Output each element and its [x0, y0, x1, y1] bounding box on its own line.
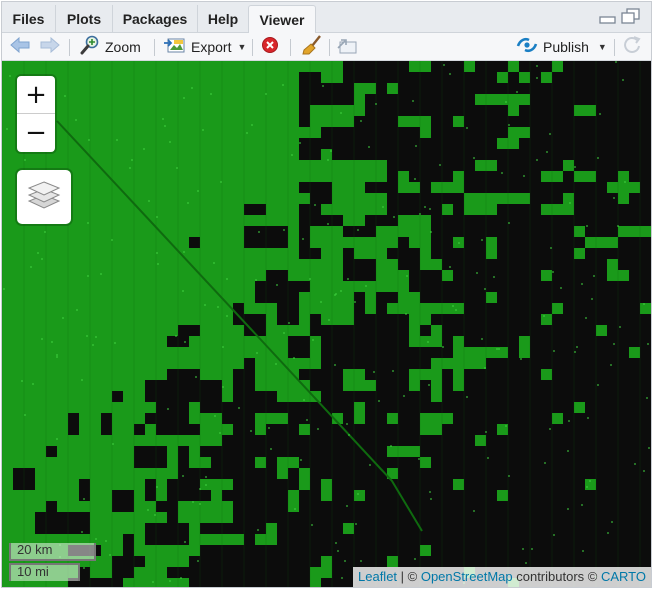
chevron-down-icon: ▼: [597, 42, 607, 52]
clear-viewer-button[interactable]: [261, 36, 279, 59]
osm-link[interactable]: OpenStreetMap: [421, 569, 513, 584]
leaflet-link[interactable]: Leaflet: [358, 569, 397, 584]
viewer-toolbar: Zoom Export ▼ Publish ▼: [2, 33, 651, 61]
refresh-icon: [622, 35, 642, 60]
publish-button[interactable]: Publish ▼: [516, 37, 607, 57]
tab-bar: Files Plots Packages Help Viewer: [2, 2, 651, 34]
layers-icon: [27, 179, 61, 216]
arrow-left-icon: [10, 36, 30, 58]
arrow-right-icon: [40, 36, 60, 58]
attribution-contributors: contributors ©: [512, 569, 601, 584]
chevron-down-icon: ▼: [237, 42, 247, 52]
tab-plots[interactable]: Plots: [56, 5, 113, 33]
tab-files[interactable]: Files: [2, 5, 56, 33]
zoom-control: + −: [17, 76, 55, 152]
map-attribution: Leaflet | © OpenStreetMap contributors ©…: [353, 567, 651, 587]
export-label: Export: [191, 39, 232, 55]
leaflet-map[interactable]: + − 20 km 10 mi Leaflet | © OpenStreetMa…: [2, 61, 651, 587]
zoom-button[interactable]: Zoom: [80, 35, 141, 60]
tab-packages[interactable]: Packages: [113, 5, 198, 33]
zoom-in-button[interactable]: +: [17, 76, 55, 114]
close-circle-icon: [261, 36, 279, 59]
export-image-icon: [164, 36, 186, 59]
viewer-pane: Files Plots Packages Help Viewer Zoom Ex…: [1, 1, 652, 588]
show-in-window-button[interactable]: [336, 37, 358, 57]
attribution-separator: | ©: [397, 569, 421, 584]
publish-icon: [516, 37, 538, 58]
popout-window-icon: [336, 36, 358, 59]
maximize-icon[interactable]: [621, 8, 641, 31]
refresh-button[interactable]: [622, 35, 642, 60]
layers-control-button[interactable]: [17, 170, 71, 224]
toolbar-divider: [614, 39, 615, 56]
magnifier-zoom-icon: [80, 35, 100, 60]
toolbar-divider: [154, 39, 155, 56]
ndvi-raster-layer: [2, 61, 651, 587]
forward-button[interactable]: [40, 36, 60, 58]
scale-bar-mi: 10 mi: [9, 563, 80, 581]
toolbar-divider: [290, 39, 291, 56]
toolbar-divider: [69, 39, 70, 56]
toolbar-divider: [252, 39, 253, 56]
carto-link[interactable]: CARTO: [601, 569, 646, 584]
tab-viewer[interactable]: Viewer: [248, 5, 316, 34]
publish-label: Publish: [543, 39, 589, 55]
tab-help[interactable]: Help: [198, 5, 248, 33]
zoom-out-button[interactable]: −: [17, 114, 55, 152]
minimize-icon[interactable]: [599, 11, 617, 30]
scale-bar-km: 20 km: [9, 543, 96, 561]
zoom-label: Zoom: [105, 39, 141, 55]
back-button[interactable]: [10, 36, 30, 58]
toolbar-divider: [329, 39, 330, 56]
clear-all-button[interactable]: [301, 34, 323, 60]
export-button[interactable]: Export ▼: [164, 37, 246, 57]
broom-icon: [301, 34, 323, 60]
